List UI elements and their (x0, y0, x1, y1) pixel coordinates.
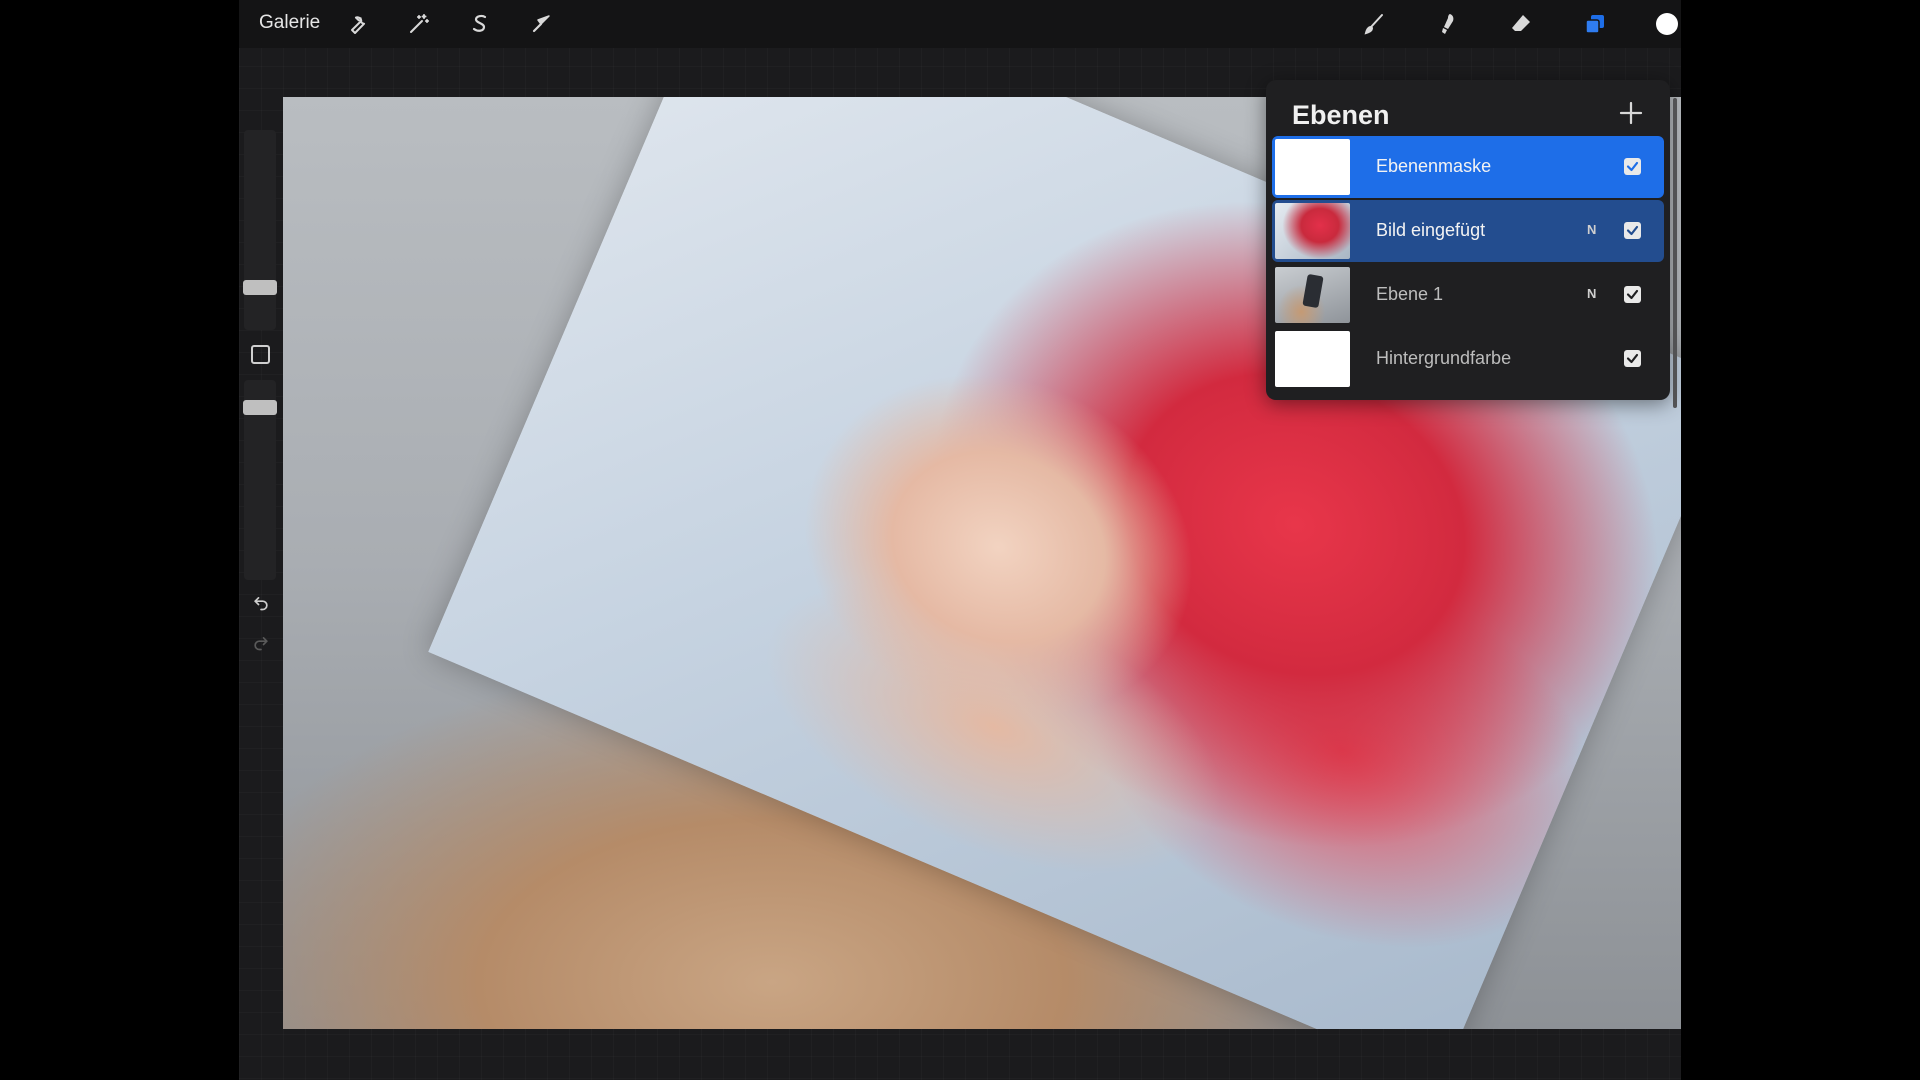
left-sidebar (239, 130, 283, 670)
actions-button[interactable] (343, 9, 373, 39)
checkmark-icon (1626, 353, 1639, 364)
layer-row-hintergrundfarbe[interactable]: Hintergrundfarbe (1272, 328, 1664, 390)
smudge-button[interactable] (1432, 9, 1462, 39)
gallery-button[interactable]: Galerie (259, 12, 320, 34)
erase-button[interactable] (1506, 9, 1536, 39)
magic-wand-icon (410, 14, 429, 33)
layer-name: Hintergrundfarbe (1376, 348, 1512, 368)
checkmark-icon (1626, 161, 1639, 172)
layer-visibility-checkbox[interactable] (1624, 350, 1641, 367)
modify-button[interactable] (251, 345, 270, 364)
layers-scrollbar[interactable] (1673, 98, 1677, 408)
layer-thumbnail (1275, 139, 1350, 195)
brush-size-slider[interactable] (244, 130, 276, 330)
layer-visibility-checkbox[interactable] (1624, 286, 1641, 303)
layer-thumbnail (1275, 331, 1350, 387)
redo-button[interactable] (249, 630, 273, 654)
layer-name: Ebene 1 (1376, 284, 1444, 304)
top-toolbar: Galerie (239, 0, 1681, 48)
layer-row-ebenenmaske[interactable]: Ebenenmaske (1272, 136, 1664, 198)
layers-panel-title: Ebenen (1292, 100, 1390, 130)
undo-icon (254, 597, 268, 611)
smudge-icon (1442, 14, 1454, 34)
layers-icon (1585, 15, 1604, 34)
layers-panel: Ebenen Ebenenmaske Bild eingefügt N Eben… (1266, 80, 1677, 408)
layer-thumbnail (1275, 203, 1350, 259)
undo-button[interactable] (249, 590, 273, 614)
arrow-cursor-icon (532, 15, 550, 33)
add-layer-button[interactable] (1616, 98, 1646, 128)
adjustments-button[interactable] (404, 9, 434, 39)
layer-name: Bild eingefügt (1376, 220, 1486, 240)
layer-visibility-checkbox[interactable] (1624, 222, 1641, 239)
selection-button[interactable] (465, 9, 495, 39)
layers-button[interactable] (1580, 9, 1610, 39)
blend-mode-button[interactable]: N (1587, 222, 1596, 237)
wrench-icon (351, 16, 366, 34)
layer-row-ebene-1[interactable]: Ebene 1 N (1272, 264, 1664, 326)
transform-button[interactable] (526, 9, 556, 39)
color-button[interactable] (1652, 9, 1681, 39)
redo-icon (254, 637, 268, 651)
checkmark-icon (1626, 289, 1639, 300)
layer-thumbnail (1275, 267, 1350, 323)
selection-s-icon (472, 14, 487, 32)
plus-icon (1619, 101, 1643, 125)
eraser-icon (1512, 15, 1530, 31)
layer-name: Ebenenmaske (1376, 156, 1492, 176)
layer-row-bild-eingefuegt[interactable]: Bild eingefügt N (1272, 200, 1664, 262)
paint-button[interactable] (1359, 9, 1389, 39)
brush-size-thumb[interactable] (243, 280, 277, 295)
color-circle-icon (1656, 13, 1678, 35)
blend-mode-button[interactable]: N (1587, 286, 1596, 301)
opacity-thumb[interactable] (243, 400, 277, 415)
checkmark-icon (1626, 225, 1639, 236)
brush-icon (1364, 14, 1383, 35)
layer-visibility-checkbox[interactable] (1624, 158, 1641, 175)
